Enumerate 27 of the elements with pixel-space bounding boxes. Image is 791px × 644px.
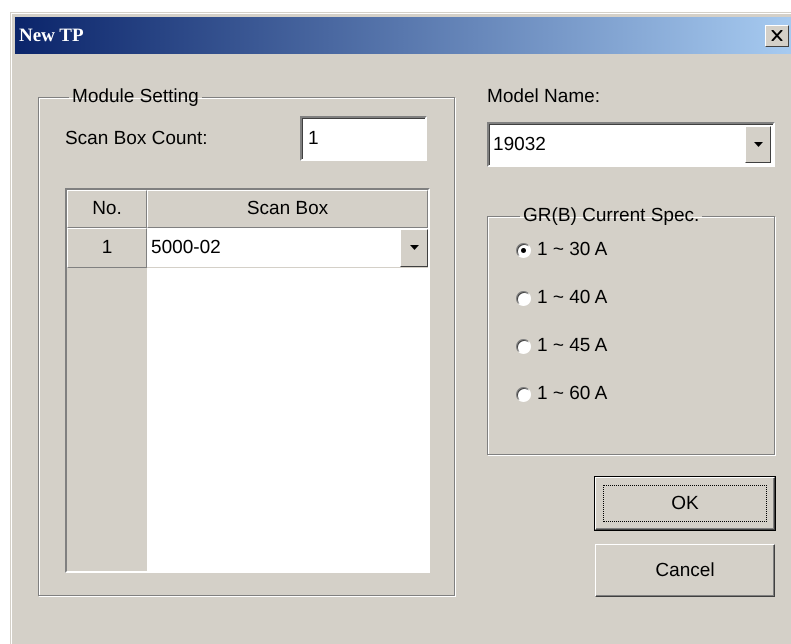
dropdown-button[interactable] xyxy=(400,228,428,266)
column-header[interactable]: Scan Box xyxy=(147,190,428,228)
scan-box-select[interactable]: 5000-02 xyxy=(147,228,428,268)
row-header: 1 xyxy=(67,228,147,268)
close-button[interactable] xyxy=(765,24,789,46)
window-title: New TP xyxy=(19,24,84,46)
count-input-field[interactable]: 1 xyxy=(300,116,427,161)
radio-button[interactable] xyxy=(516,242,531,258)
close-icon xyxy=(771,30,783,41)
column-header[interactable]: No. xyxy=(67,190,147,228)
field-label: Scan Box Count: xyxy=(65,128,209,150)
radio-button[interactable] xyxy=(516,386,531,402)
radio-option[interactable]: 1 ~ 45 A xyxy=(516,335,774,357)
ok-button[interactable]: OK xyxy=(595,477,775,530)
radio-button[interactable] xyxy=(516,290,531,306)
cancel-button[interactable]: Cancel xyxy=(595,544,775,597)
field-label: Model Name: xyxy=(487,86,601,108)
radio-option[interactable]: 1 ~ 40 A xyxy=(516,287,774,309)
radio-option[interactable]: 1 ~ 60 A xyxy=(516,383,774,405)
radio-option[interactable]: 1 ~ 30 A xyxy=(516,239,774,261)
group-title: GR(B) Current Spec. xyxy=(522,205,700,227)
dropdown-button[interactable] xyxy=(745,126,771,163)
group-title: Module Setting xyxy=(71,86,200,108)
caret-icon xyxy=(410,245,418,250)
radio-button[interactable] xyxy=(516,338,531,354)
model-name-select[interactable]: 19032 xyxy=(487,122,775,167)
caret-icon xyxy=(754,142,762,147)
